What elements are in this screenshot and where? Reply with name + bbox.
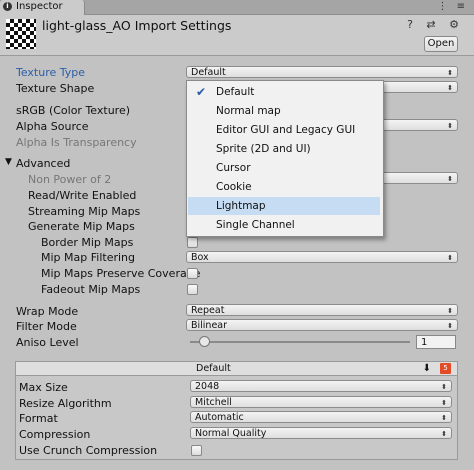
bottom-strip <box>0 462 474 470</box>
format-value: Automatic <box>195 412 244 423</box>
window-menu-icons[interactable]: ⋮ ≡ <box>437 1 468 12</box>
menu-item-single-channel[interactable]: Single Channel <box>188 216 380 234</box>
dropdown-arrow-icon: ⬍ <box>447 322 453 330</box>
wrap-mode-dropdown[interactable]: Repeat ⬍ <box>186 304 458 316</box>
aniso-level-slider-handle[interactable] <box>199 336 210 347</box>
texture-type-dropdown[interactable]: Default ⬍ <box>186 66 458 78</box>
menu-item-sprite[interactable]: Sprite (2D and UI) <box>188 140 380 158</box>
dropdown-arrow-icon: ⬍ <box>447 254 453 262</box>
asset-header: light-glass_AO Import Settings ? ⇄ ⚙ Ope… <box>0 15 474 56</box>
menu-item-lightmap[interactable]: Lightmap <box>188 197 380 215</box>
html5-icon[interactable]: 5 <box>440 363 451 374</box>
menu-item-label: Default <box>216 86 255 98</box>
alpha-transparency-label: Alpha Is Transparency <box>16 136 137 149</box>
texture-type-value: Default <box>191 67 226 78</box>
resize-algorithm-dropdown[interactable]: Mitchell ⬍ <box>190 396 452 408</box>
header-icons[interactable]: ? ⇄ ⚙ <box>407 18 464 31</box>
crunch-compression-label: Use Crunch Compression <box>19 444 158 457</box>
dropdown-arrow-icon: ⬍ <box>441 414 447 422</box>
info-icon: i <box>3 2 12 11</box>
dropdown-arrow-icon: ⬍ <box>447 84 453 92</box>
max-size-dropdown[interactable]: 2048 ⬍ <box>190 380 452 392</box>
resize-algorithm-label: Resize Algorithm <box>19 397 112 410</box>
platform-tab-default[interactable]: Default <box>196 362 231 375</box>
menu-item-label: Sprite (2D and UI) <box>216 143 311 155</box>
aniso-level-slider-track[interactable] <box>190 341 410 343</box>
fadeout-mip-label: Fadeout Mip Maps <box>41 283 141 296</box>
streaming-mip-label: Streaming Mip Maps <box>28 205 141 218</box>
format-dropdown[interactable]: Automatic ⬍ <box>190 411 452 423</box>
menu-item-normal-map[interactable]: Normal map <box>188 102 380 120</box>
asset-title: light-glass_AO Import Settings <box>42 18 232 33</box>
dropdown-arrow-icon: ⬍ <box>441 383 447 391</box>
alpha-source-label: Alpha Source <box>16 120 89 133</box>
max-size-value: 2048 <box>195 381 220 392</box>
filter-mode-value: Bilinear <box>191 320 228 331</box>
advanced-foldout-label[interactable]: Advanced <box>16 157 70 170</box>
dropdown-arrow-icon: ⬍ <box>447 307 453 315</box>
mip-preserve-label: Mip Maps Preserve Coverage <box>41 267 201 280</box>
advanced-foldout-icon[interactable]: ▼ <box>5 157 12 167</box>
crunch-compression-checkbox[interactable] <box>191 445 202 456</box>
dropdown-arrow-icon: ⬍ <box>447 122 453 130</box>
non-power-of-2-label: Non Power of 2 <box>28 173 112 186</box>
compression-value: Normal Quality <box>195 428 267 439</box>
srgb-label: sRGB (Color Texture) <box>16 104 131 117</box>
compression-dropdown[interactable]: Normal Quality ⬍ <box>190 427 452 439</box>
inspector-tab[interactable]: i Inspector <box>0 0 85 15</box>
dropdown-arrow-icon: ⬍ <box>447 69 453 77</box>
menu-item-label: Normal map <box>216 105 281 117</box>
generate-mip-label: Generate Mip Maps <box>28 220 135 233</box>
resize-algorithm-value: Mitchell <box>195 397 232 408</box>
mip-filtering-value: Box <box>191 252 209 263</box>
dropdown-arrow-icon: ⬍ <box>447 175 453 183</box>
border-mip-label: Border Mip Maps <box>41 236 134 249</box>
texture-shape-label: Texture Shape <box>16 82 95 95</box>
menu-item-cookie[interactable]: Cookie <box>188 178 380 196</box>
mip-preserve-checkbox[interactable] <box>187 268 198 279</box>
menu-item-label: Editor GUI and Legacy GUI <box>216 124 356 136</box>
menu-item-cursor[interactable]: Cursor <box>188 159 380 177</box>
menu-item-label: Cursor <box>216 162 251 174</box>
border-mip-checkbox[interactable] <box>187 237 198 248</box>
texture-type-menu: ✔ Default Normal map Editor GUI and Lega… <box>186 80 384 237</box>
download-icon[interactable]: ⬇ <box>423 362 431 375</box>
open-button[interactable]: Open <box>424 36 458 52</box>
read-write-label: Read/Write Enabled <box>28 189 137 202</box>
dropdown-arrow-icon: ⬍ <box>441 399 447 407</box>
checkmark-icon: ✔ <box>196 85 207 99</box>
platform-tab-bar: Default ⬇ 5 <box>15 361 458 376</box>
filter-mode-dropdown[interactable]: Bilinear ⬍ <box>186 319 458 331</box>
compression-label: Compression <box>19 428 91 441</box>
mip-filtering-dropdown[interactable]: Box ⬍ <box>186 251 458 263</box>
mip-filtering-label: Mip Map Filtering <box>41 251 135 264</box>
fadeout-mip-checkbox[interactable] <box>187 284 198 295</box>
max-size-label: Max Size <box>19 381 68 394</box>
menu-item-label: Lightmap <box>216 200 266 212</box>
menu-item-label: Single Channel <box>216 219 295 231</box>
aniso-level-label: Aniso Level <box>16 336 79 349</box>
menu-item-label: Cookie <box>216 181 252 193</box>
texture-thumbnail <box>6 19 36 49</box>
wrap-mode-value: Repeat <box>191 305 225 316</box>
aniso-level-field[interactable]: 1 <box>416 335 456 349</box>
texture-type-label: Texture Type <box>16 66 86 79</box>
format-label: Format <box>19 412 58 425</box>
inspector-tab-label: Inspector <box>16 1 63 12</box>
filter-mode-label: Filter Mode <box>16 320 77 333</box>
wrap-mode-label: Wrap Mode <box>16 305 79 318</box>
menu-item-default[interactable]: ✔ Default <box>188 83 380 101</box>
menu-item-editor-gui[interactable]: Editor GUI and Legacy GUI <box>188 121 380 139</box>
dropdown-arrow-icon: ⬍ <box>441 430 447 438</box>
